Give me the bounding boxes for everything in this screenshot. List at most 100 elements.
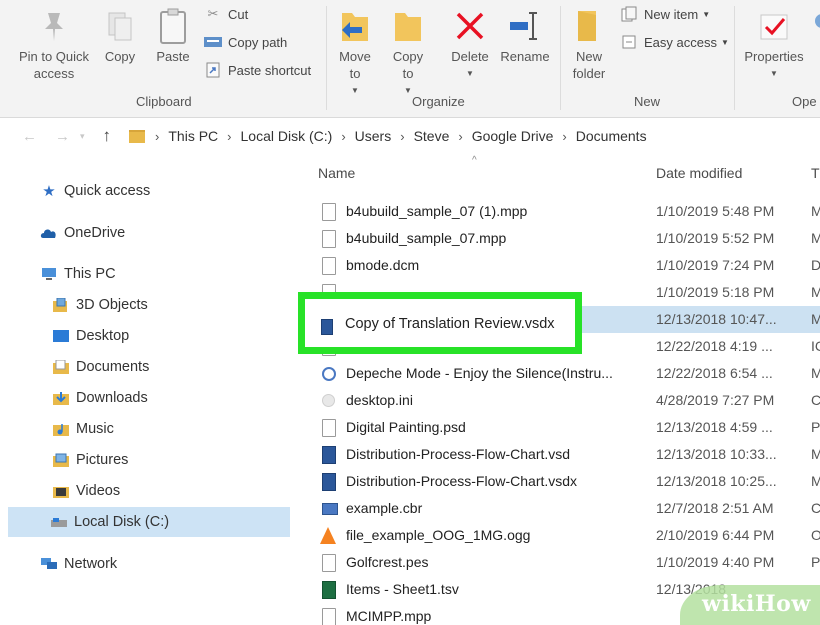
file-name: b4ubuild_sample_07 (1).mpp xyxy=(346,203,528,219)
move-to-button[interactable]: Move to ▼ xyxy=(332,6,378,99)
file-date: 1/10/2019 5:52 PM xyxy=(656,230,775,246)
file-row[interactable]: b4ubuild_sample_07.mpp 1/10/2019 5:52 PM… xyxy=(300,225,820,252)
file-date: 12/13/2018 10:47... xyxy=(656,311,777,327)
rename-button[interactable]: Rename xyxy=(498,6,552,65)
nav-downloads[interactable]: Downloads xyxy=(52,383,148,413)
file-row[interactable]: Depeche Mode - Enjoy the Silence(Instru.… xyxy=(300,360,820,387)
nav-pictures[interactable]: Pictures xyxy=(52,445,128,475)
nav-quick-access[interactable]: ★ Quick access xyxy=(40,176,150,206)
chevron-down-icon: ▼ xyxy=(720,37,729,47)
pin-to-quick-access-button[interactable]: Pin to Quick access xyxy=(10,6,98,82)
rename-label: Rename xyxy=(500,49,550,64)
new-item-button[interactable]: New item ▼ xyxy=(620,6,710,22)
recent-locations-chevron-icon[interactable]: ▾ xyxy=(80,131,85,142)
settings-file-icon xyxy=(322,394,335,407)
paste-shortcut-label: Paste shortcut xyxy=(228,62,312,78)
cut-button[interactable]: ✂ Cut xyxy=(204,6,249,22)
breadcrumb-this-pc[interactable]: This PC xyxy=(168,128,218,144)
network-icon xyxy=(40,556,58,572)
sort-caret-icon: ^ xyxy=(472,155,477,166)
breadcrumb-google-drive[interactable]: Google Drive xyxy=(472,128,554,144)
new-group-label: New xyxy=(634,94,661,109)
nav-label: Quick access xyxy=(64,183,151,199)
file-row[interactable]: Golfcrest.pes 1/10/2019 4:40 PM P xyxy=(300,549,820,576)
file-type: M xyxy=(811,230,820,246)
breadcrumb-separator-icon[interactable]: › xyxy=(458,129,462,144)
copy-path-button[interactable]: Copy path xyxy=(204,34,287,50)
chevron-down-icon: ▼ xyxy=(404,86,412,95)
file-row[interactable]: Distribution-Process-Flow-Chart.vsdx 12/… xyxy=(300,468,820,495)
file-row[interactable]: desktop.ini 4/28/2019 7:27 PM C xyxy=(300,387,820,414)
breadcrumb-separator-icon[interactable]: › xyxy=(400,129,404,144)
breadcrumb-separator-icon[interactable]: › xyxy=(227,129,231,144)
visio-file-icon xyxy=(322,446,336,464)
nav-desktop[interactable]: Desktop xyxy=(52,321,129,351)
nav-network[interactable]: Network xyxy=(40,549,117,579)
new-folder-button[interactable]: New folder xyxy=(566,6,612,82)
nav-videos[interactable]: Videos xyxy=(52,476,120,506)
nav-this-pc[interactable]: This PC xyxy=(40,259,116,289)
breadcrumb-users[interactable]: Users xyxy=(355,128,392,144)
delete-label: Delete xyxy=(451,49,489,64)
file-type: P xyxy=(811,554,820,570)
properties-button[interactable]: Properties ▼ xyxy=(740,6,808,82)
easy-access-button[interactable]: Easy access ▼ xyxy=(620,34,729,50)
document-icon xyxy=(322,257,336,275)
file-row[interactable]: bmode.dcm 1/10/2019 7:24 PM D xyxy=(300,252,820,279)
breadcrumb-documents[interactable]: Documents xyxy=(576,128,647,144)
nav-onedrive[interactable]: OneDrive xyxy=(40,218,125,248)
file-name: Distribution-Process-Flow-Chart.vsdx xyxy=(346,473,578,489)
nav-documents[interactable]: Documents xyxy=(52,352,149,382)
column-header-type[interactable]: T xyxy=(811,165,820,181)
excel-file-icon xyxy=(322,581,336,599)
nav-label: 3D Objects xyxy=(76,297,148,313)
nav-3d-objects[interactable]: 3D Objects xyxy=(52,290,148,320)
copy-path-icon xyxy=(204,34,222,50)
up-arrow-icon[interactable]: ↑ xyxy=(103,126,112,146)
file-name: desktop.ini xyxy=(346,392,413,408)
file-date: 12/22/2018 4:19 ... xyxy=(656,338,773,354)
file-date: 12/13/2018 10:33... xyxy=(656,446,777,462)
back-arrow-icon[interactable]: ← xyxy=(22,128,37,145)
highlight-callout[interactable]: Copy of Translation Review.vsdx xyxy=(298,292,582,354)
document-icon xyxy=(322,203,336,221)
copy-button[interactable]: Copy xyxy=(100,6,140,65)
delete-button[interactable]: Delete ▼ xyxy=(448,6,492,82)
media-file-icon xyxy=(322,367,336,381)
file-row[interactable]: Digital Painting.psd 12/13/2018 4:59 ...… xyxy=(300,414,820,441)
file-type: M xyxy=(811,473,820,489)
open-button[interactable] xyxy=(810,6,820,48)
column-header-name[interactable]: Name xyxy=(318,165,355,181)
nav-music[interactable]: Music xyxy=(52,414,114,444)
watermark-text: wikiHow xyxy=(702,591,811,617)
paste-label: Paste xyxy=(156,49,190,64)
copy-label: Copy xyxy=(104,49,136,64)
breadcrumb-steve[interactable]: Steve xyxy=(414,128,450,144)
file-row[interactable]: Distribution-Process-Flow-Chart.vsd 12/1… xyxy=(300,441,820,468)
file-date: 1/10/2019 5:48 PM xyxy=(656,203,775,219)
paste-button[interactable]: Paste xyxy=(152,6,194,65)
breadcrumb-separator-icon[interactable]: › xyxy=(341,129,345,144)
breadcrumb-separator-icon[interactable]: › xyxy=(155,129,159,144)
file-date: 4/28/2019 7:27 PM xyxy=(656,392,775,408)
nav-label: Videos xyxy=(76,483,121,499)
nav-label: OneDrive xyxy=(64,225,126,241)
nav-label: Pictures xyxy=(76,452,129,468)
breadcrumb-separator-icon[interactable]: › xyxy=(562,129,566,144)
file-date: 1/10/2019 4:40 PM xyxy=(656,554,775,570)
vlc-cone-icon xyxy=(320,527,336,544)
file-name: Digital Painting.psd xyxy=(346,419,466,435)
delete-x-icon xyxy=(453,6,487,46)
file-row[interactable]: b4ubuild_sample_07 (1).mpp 1/10/2019 5:4… xyxy=(300,198,820,225)
file-row[interactable]: file_example_OOG_1MG.ogg 2/10/2019 6:44 … xyxy=(300,522,820,549)
breadcrumb-local-disk[interactable]: Local Disk (C:) xyxy=(241,128,333,144)
chevron-down-icon: ▼ xyxy=(702,9,711,19)
forward-arrow-icon[interactable]: → xyxy=(55,128,70,145)
file-date: 1/10/2019 7:24 PM xyxy=(656,257,775,273)
nav-local-disk[interactable]: Local Disk (C:) xyxy=(8,507,290,537)
copy-to-button[interactable]: Copy to ▼ xyxy=(386,6,430,99)
file-row[interactable]: example.cbr 12/7/2018 2:51 AM C xyxy=(300,495,820,522)
column-header-date-modified[interactable]: Date modified xyxy=(656,165,742,181)
paste-shortcut-button[interactable]: Paste shortcut xyxy=(204,62,311,78)
new-folder-label: New folder xyxy=(572,49,606,81)
